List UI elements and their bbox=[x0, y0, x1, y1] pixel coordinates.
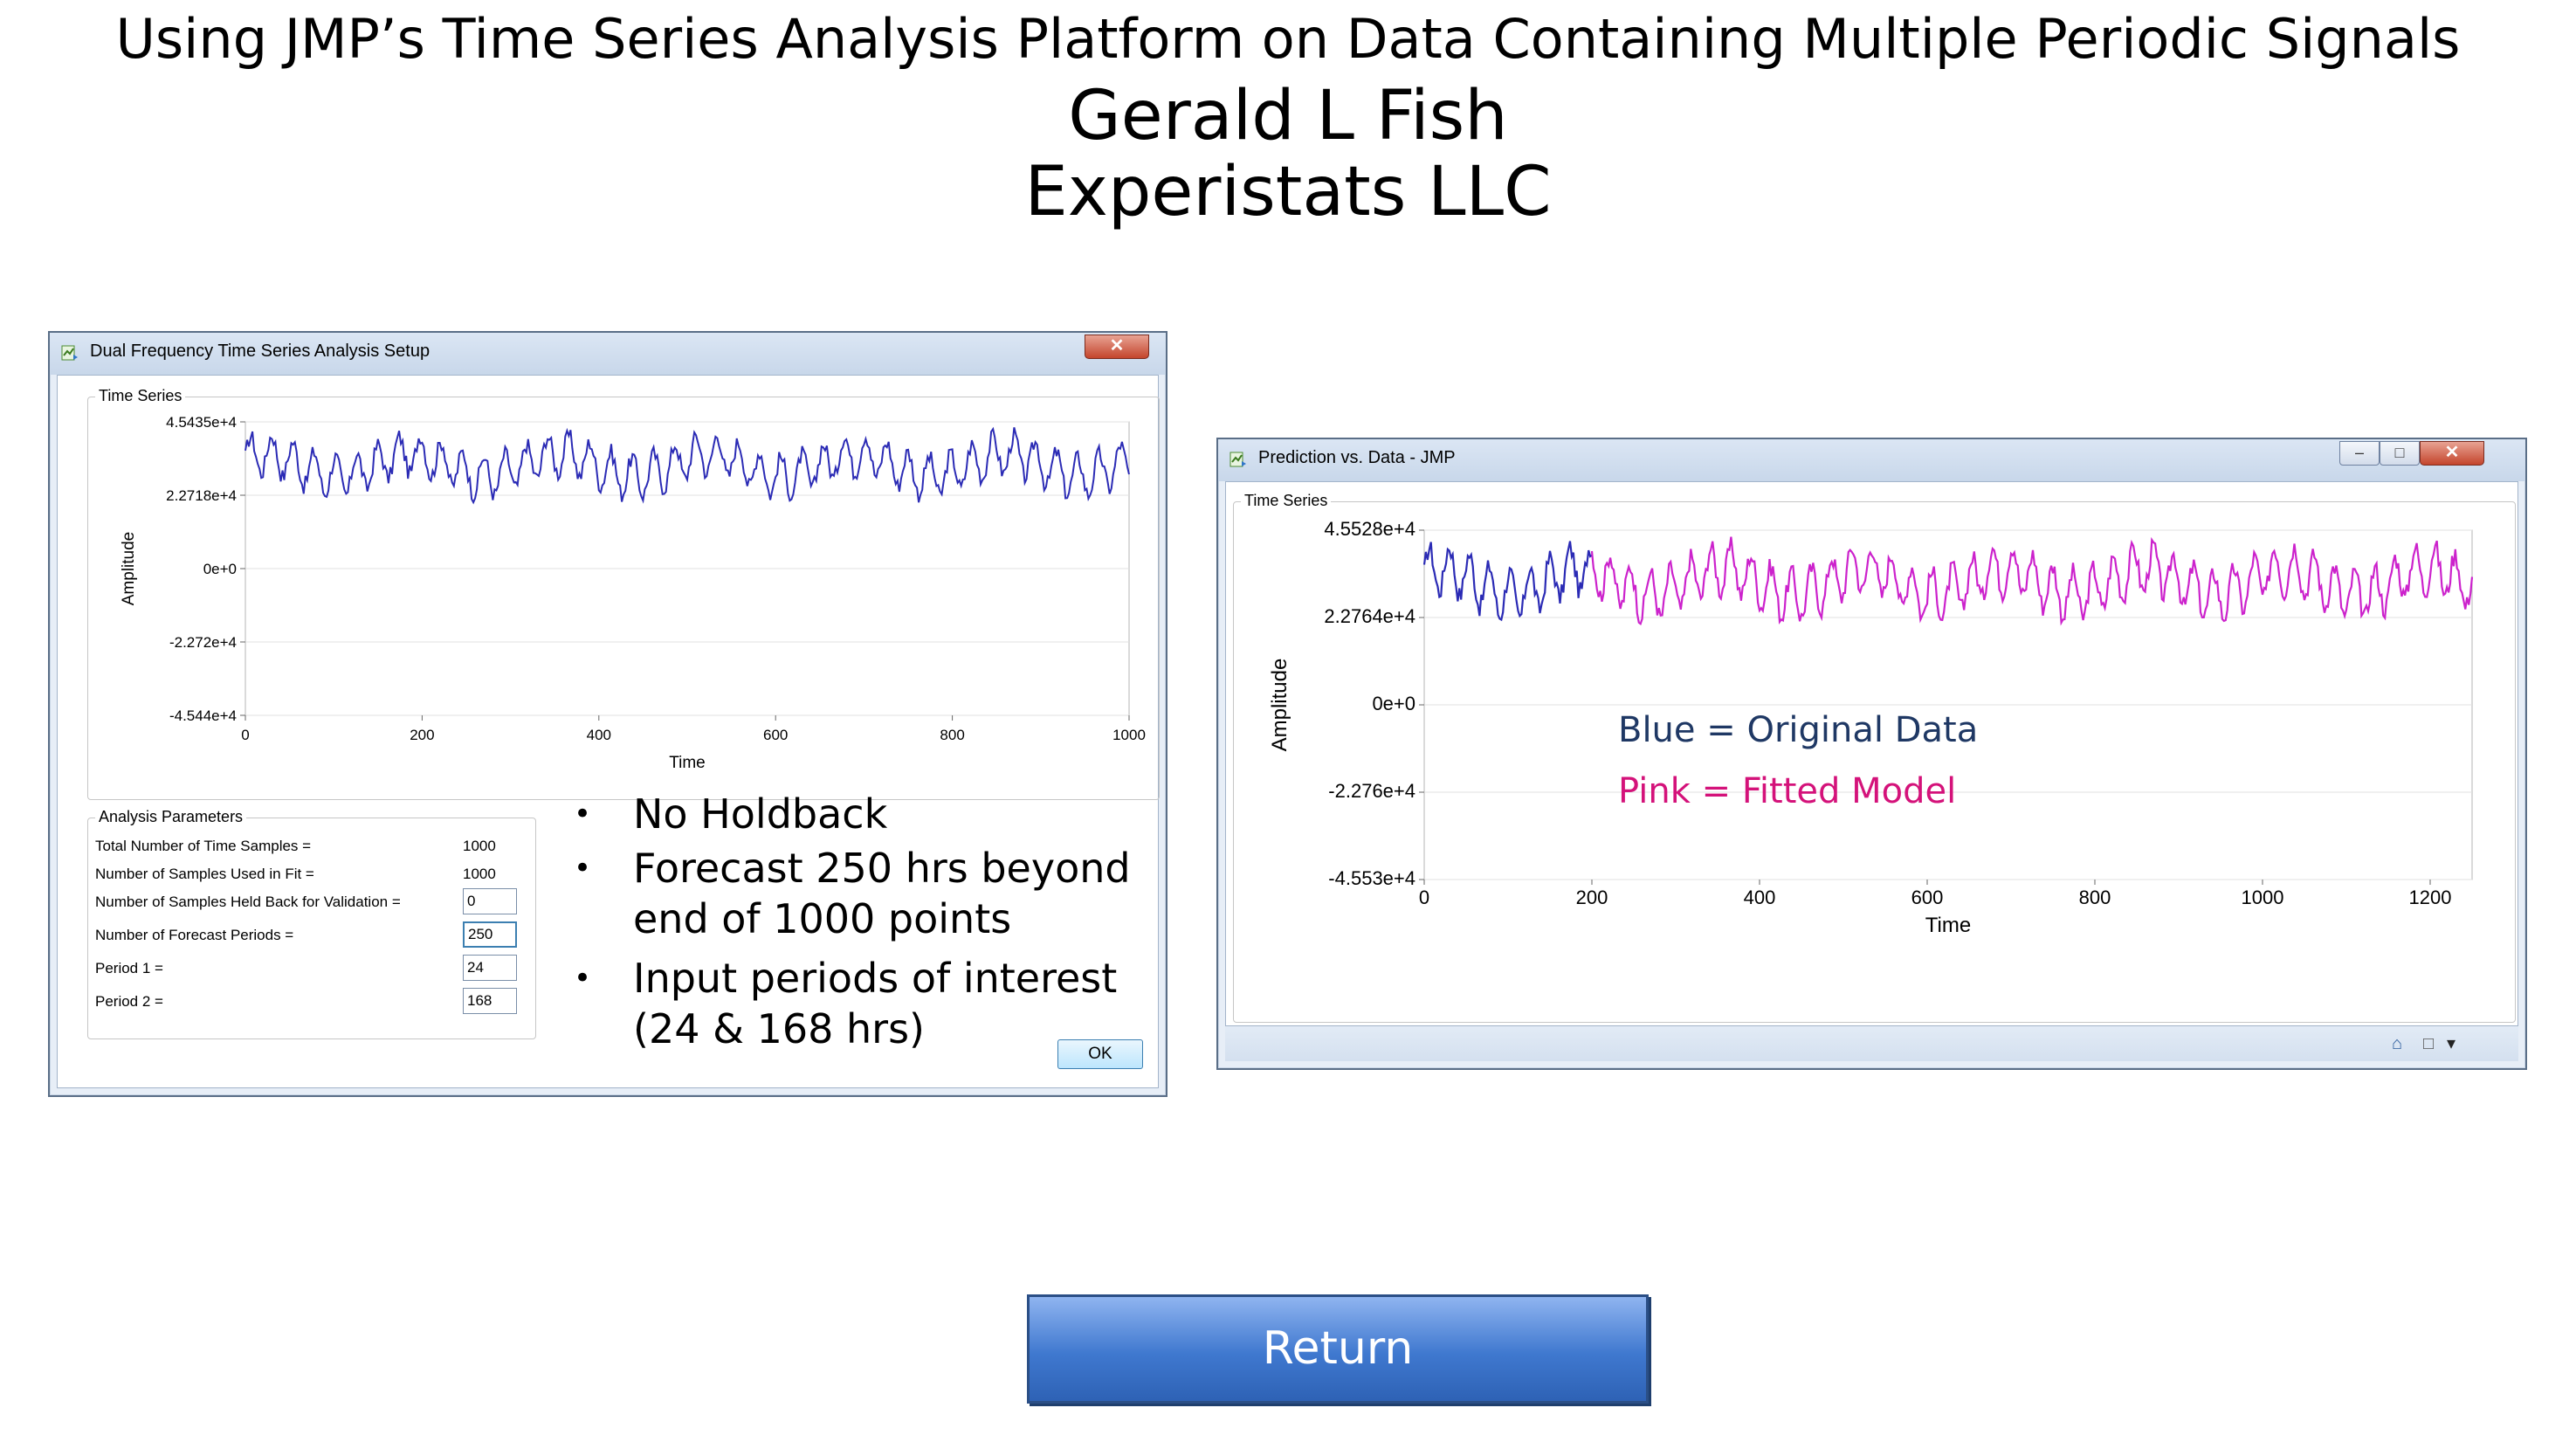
forecast-periods-label: Number of Forecast Periods = bbox=[95, 927, 294, 943]
prediction-time-series-group: Time Series 4.5528e+4 2.2764e+4 0e+0 -2.276… bbox=[1233, 492, 2516, 1023]
y-tick-label: -2.276e+4 bbox=[1328, 780, 1415, 802]
total-samples-label: Total Number of Time Samples = bbox=[95, 838, 312, 854]
slide-title: Using JMP’s Time Series Analysis Platfor… bbox=[115, 7, 2461, 71]
close-button[interactable]: ✕ bbox=[2420, 441, 2484, 466]
x-tick-label: 1000 bbox=[1112, 727, 1146, 743]
return-button[interactable]: Return bbox=[1027, 1294, 1649, 1404]
bullet-text: No Holdback bbox=[633, 790, 888, 838]
samples-used-label: Number of Samples Used in Fit = bbox=[95, 866, 314, 882]
x-tick-label: 400 bbox=[1744, 887, 1776, 908]
y-tick-label: -4.553e+4 bbox=[1328, 867, 1415, 889]
prediction-window: Prediction vs. Data - JMP – □ ✕ Time Ser… bbox=[1216, 438, 2527, 1070]
bullet-dot: • bbox=[574, 797, 592, 831]
time-series-group: Time Series 4.5435e+4 2.2718e+4 0e+0 -2.272… bbox=[87, 387, 1160, 800]
x-tick-label: 1000 bbox=[2242, 887, 2284, 908]
x-tick-label: 400 bbox=[587, 727, 611, 743]
x-axis-label: Time bbox=[1925, 914, 1971, 937]
bullet-text: Forecast 250 hrs beyond bbox=[633, 845, 1131, 892]
period-1-input[interactable] bbox=[463, 955, 517, 981]
x-tick-label: 800 bbox=[2079, 887, 2111, 908]
samples-used-value: 1000 bbox=[463, 866, 496, 882]
y-tick-label: 0e+0 bbox=[203, 561, 237, 577]
y-tick-label: 2.2718e+4 bbox=[166, 487, 237, 504]
setup-window: Dual Frequency Time Series Analysis Setu… bbox=[48, 331, 1167, 1097]
total-samples-value: 1000 bbox=[463, 838, 496, 854]
bullet-text: (24 & 168 hrs) bbox=[633, 1005, 925, 1052]
legend-original-data: Blue = Original Data bbox=[1618, 710, 1978, 750]
y-tick-label: -4.544e+4 bbox=[169, 707, 237, 724]
x-tick-label: 600 bbox=[1911, 887, 1944, 908]
minimize-button[interactable]: – bbox=[2339, 441, 2380, 466]
y-tick-label: 4.5435e+4 bbox=[166, 414, 237, 431]
x-tick-label: 800 bbox=[940, 727, 964, 743]
analysis-parameters-group: Analysis Parameters Total Number of Time… bbox=[87, 808, 536, 1039]
y-tick-label: 4.5528e+4 bbox=[1324, 518, 1415, 540]
x-tick-label: 1200 bbox=[2409, 887, 2452, 908]
forecast-periods-input[interactable] bbox=[463, 921, 517, 948]
setup-window-title: Dual Frequency Time Series Analysis Setu… bbox=[90, 342, 430, 361]
x-tick-label: 200 bbox=[1576, 887, 1608, 908]
prediction-titlebar: Prediction vs. Data - JMP – □ ✕ bbox=[1218, 439, 2525, 481]
status-bar: ⌂ □ ▾ bbox=[1225, 1025, 2518, 1061]
jmp-app-icon bbox=[1229, 452, 1246, 467]
jmp-app-icon bbox=[61, 345, 78, 361]
legend-fitted-model: Pink = Fitted Model bbox=[1618, 771, 1956, 811]
y-tick-label: -2.272e+4 bbox=[169, 634, 237, 651]
prediction-client: Time Series 4.5528e+4 2.2764e+4 0e+0 -2.276… bbox=[1225, 481, 2518, 1026]
x-tick-label: 200 bbox=[410, 727, 434, 743]
checkbox-icon[interactable]: □ bbox=[2418, 1033, 2439, 1054]
y-tick-label: 2.2764e+4 bbox=[1324, 605, 1415, 627]
period-1-label: Period 1 = bbox=[95, 960, 163, 976]
held-back-label: Number of Samples Held Back for Validati… bbox=[95, 894, 401, 910]
bullet-text: end of 1000 points bbox=[633, 895, 1012, 942]
x-axis-label: Time bbox=[669, 754, 706, 772]
home-icon[interactable]: ⌂ bbox=[2387, 1033, 2407, 1054]
company-name: Experistats LLC bbox=[1024, 153, 1552, 231]
setup-titlebar: Dual Frequency Time Series Analysis Setu… bbox=[50, 333, 1166, 375]
close-button[interactable]: ✕ bbox=[1085, 335, 1149, 359]
y-axis-label: Amplitude bbox=[120, 532, 138, 606]
period-2-label: Period 2 = bbox=[95, 993, 163, 1010]
author-name: Gerald L Fish bbox=[1068, 77, 1508, 155]
bullet-text: Input periods of interest bbox=[633, 955, 1118, 1002]
bullet-dot: • bbox=[574, 851, 592, 886]
setup-time-series-chart: 4.5435e+4 2.2718e+4 0e+0 -2.272e+4 -4.544e+4… bbox=[120, 414, 1146, 772]
y-tick-label: 0e+0 bbox=[1372, 693, 1415, 714]
prediction-time-series-chart: 4.5528e+4 2.2764e+4 0e+0 -2.276e+4 -4.553e+4… bbox=[1268, 518, 2474, 937]
analysis-parameters-label: Analysis Parameters bbox=[95, 808, 247, 826]
x-tick-label: 600 bbox=[763, 727, 788, 743]
ok-button[interactable]: OK bbox=[1057, 1039, 1143, 1069]
y-axis-label: Amplitude bbox=[1268, 659, 1291, 752]
bullet-dot: • bbox=[574, 961, 592, 996]
period-2-input[interactable] bbox=[463, 988, 517, 1014]
prediction-window-title: Prediction vs. Data - JMP bbox=[1258, 448, 1456, 467]
x-tick-label: 0 bbox=[241, 727, 249, 743]
held-back-input[interactable] bbox=[463, 888, 517, 914]
dropdown-arrow-icon[interactable]: ▾ bbox=[2441, 1033, 2462, 1054]
x-tick-label: 0 bbox=[1419, 887, 1429, 908]
maximize-button[interactable]: □ bbox=[2380, 441, 2420, 466]
